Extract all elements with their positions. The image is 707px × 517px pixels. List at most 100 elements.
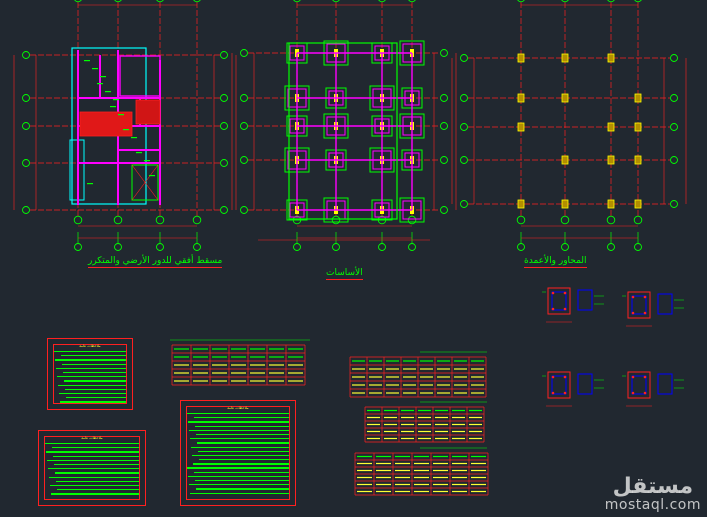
table-cell-text (435, 437, 448, 440)
table-cell-text (369, 376, 382, 378)
table-cell-text (357, 490, 372, 493)
table-cell-text (369, 360, 382, 362)
table-cell-text (231, 356, 246, 358)
table-cell-text (437, 392, 450, 394)
table-cell-text (414, 469, 429, 472)
table-cell-text (352, 392, 365, 394)
schedule-tables (170, 339, 489, 496)
table-cell-text (401, 437, 414, 440)
table-cell-text (288, 348, 303, 350)
table-cell-text (454, 368, 467, 370)
table-cell-text (403, 368, 416, 370)
table-cell-text (376, 455, 391, 458)
table-cell-text (376, 462, 391, 465)
table-cell-text (420, 392, 433, 394)
table-cell-text (269, 356, 284, 358)
table-cell-text (471, 360, 484, 362)
table-cell-text (174, 364, 189, 366)
table-cell-text (414, 490, 429, 493)
table-cell-text (403, 376, 416, 378)
table-cell-text (454, 376, 467, 378)
table-cell-text (471, 483, 486, 486)
table-cell-text (395, 476, 410, 479)
table-cell-text (231, 348, 246, 350)
table-cell-text (395, 469, 410, 472)
table-cell-text (369, 384, 382, 386)
table-cell-text (414, 462, 429, 465)
table-cell-text (452, 462, 467, 465)
table-cell-text (401, 416, 414, 419)
table-cell-text (174, 380, 189, 382)
table-cell-text (352, 384, 365, 386)
table-cell-text (471, 455, 486, 458)
table-cell-text (435, 409, 448, 412)
table-cell-text (418, 423, 431, 426)
table-cell-text (435, 430, 448, 433)
table-cell-text (403, 384, 416, 386)
table-cell-text (433, 490, 448, 493)
table-cell-text (288, 356, 303, 358)
table-cell-text (212, 356, 227, 358)
table-cell-text (288, 364, 303, 366)
table-cell-text (193, 348, 208, 350)
table-cell-text (471, 469, 486, 472)
table-cell-text (352, 368, 365, 370)
table-cell-text (231, 364, 246, 366)
table-cell-text (367, 437, 380, 440)
table-cell-text (420, 368, 433, 370)
table-cell-text (367, 409, 380, 412)
table-cell-text (376, 476, 391, 479)
table-cell-text (454, 384, 467, 386)
table-cell-text (454, 360, 467, 362)
table-cell-text (452, 416, 465, 419)
table-cell-text (471, 384, 484, 386)
table-cell-text (357, 469, 372, 472)
table-cell-text (367, 423, 380, 426)
watermark-latin: mostaql.com (604, 497, 701, 513)
table-cell-text (471, 476, 486, 479)
table-cell-text (433, 455, 448, 458)
table-cell-text (469, 430, 482, 433)
table-cell-text (367, 416, 380, 419)
table-cell-text (193, 356, 208, 358)
table-cell-text (269, 380, 284, 382)
table-cell-text (193, 364, 208, 366)
table-cell-text (418, 437, 431, 440)
table-cell-text (420, 360, 433, 362)
table-cell-text (395, 483, 410, 486)
table-cell-text (452, 469, 467, 472)
table-cell-text (193, 380, 208, 382)
table-cell-text (250, 348, 265, 350)
table-cell-text (420, 384, 433, 386)
table-cell-text (384, 409, 397, 412)
table-cell-text (401, 423, 414, 426)
table-cell-text (469, 437, 482, 440)
table-cell-text (471, 490, 486, 493)
table-cell-text (395, 462, 410, 465)
table-cell-text (452, 437, 465, 440)
table-cell-text (395, 490, 410, 493)
table-cell-text (395, 455, 410, 458)
table-cell-text (435, 423, 448, 426)
table-cell-text (433, 483, 448, 486)
table-cell-text (437, 376, 450, 378)
table-cell-text (433, 476, 448, 479)
table-cell-text (288, 380, 303, 382)
table-cell-text (414, 455, 429, 458)
table-cell-text (384, 430, 397, 433)
table-cell-text (357, 476, 372, 479)
table-cell-text (437, 384, 450, 386)
table-cell-text (174, 372, 189, 374)
table-cell-text (212, 348, 227, 350)
table-cell-text (376, 469, 391, 472)
table-cell-text (401, 430, 414, 433)
table-cell-text (212, 380, 227, 382)
table-cell-text (231, 380, 246, 382)
table-cell-text (386, 376, 399, 378)
table-cell-text (452, 455, 467, 458)
table-cell-text (452, 476, 467, 479)
table-cell-text (384, 437, 397, 440)
table-cell-text (250, 364, 265, 366)
table-cell-text (174, 348, 189, 350)
table-cell-text (367, 430, 380, 433)
